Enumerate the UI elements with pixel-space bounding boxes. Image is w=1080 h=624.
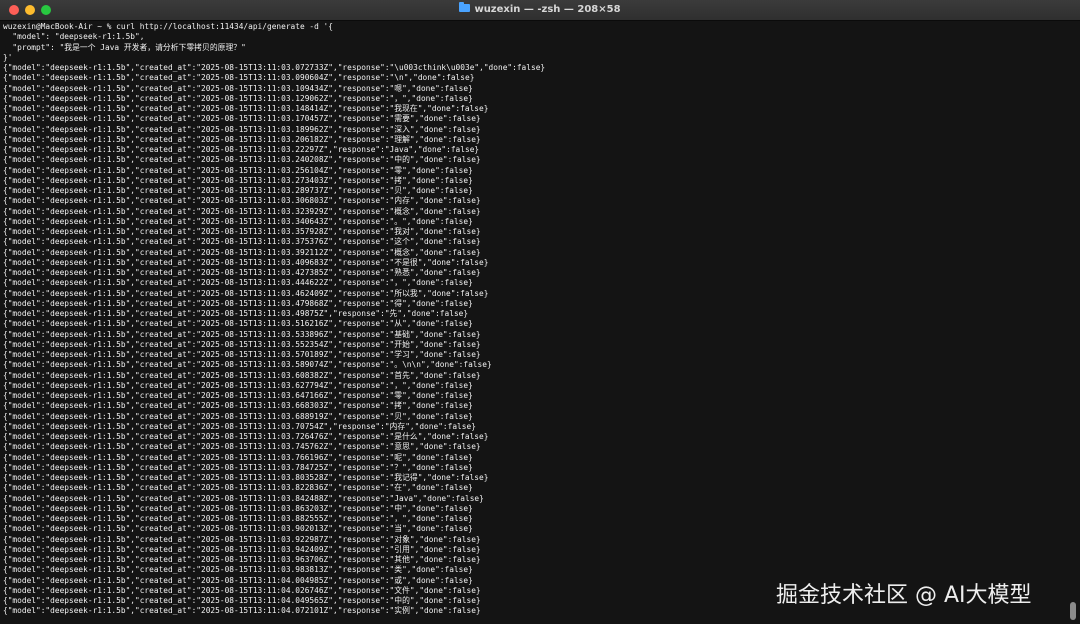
output-line: {"model":"deepseek-r1:1.5b","created_at"… bbox=[3, 380, 473, 390]
output-line: {"model":"deepseek-r1:1.5b","created_at"… bbox=[3, 370, 481, 380]
output-line: {"model":"deepseek-r1:1.5b","created_at"… bbox=[3, 452, 473, 462]
window-title: wuzexin — -zsh — 208×58 bbox=[474, 4, 621, 15]
output-line: {"model":"deepseek-r1:1.5b","created_at"… bbox=[3, 175, 473, 185]
output-line: {"model":"deepseek-r1:1.5b","created_at"… bbox=[3, 206, 481, 216]
output-line: {"model":"deepseek-r1:1.5b","created_at"… bbox=[3, 432, 489, 441]
output-line: {"model":"deepseek-r1:1.5b","created_at"… bbox=[3, 411, 473, 421]
output-line: "model": "deepseek-r1:1.5b", bbox=[3, 32, 145, 42]
output-line: {"model":"deepseek-r1:1.5b","created_at"… bbox=[3, 401, 473, 411]
output-line: {"model":"deepseek-r1:1.5b","created_at"… bbox=[3, 257, 489, 267]
output-line: {"model":"deepseek-r1:1.5b","created_at"… bbox=[3, 442, 481, 452]
scrollbar-thumb[interactable] bbox=[1070, 602, 1076, 620]
command-line: wuzexin@MacBook-Air ~ % curl http://loca… bbox=[3, 22, 333, 31]
output-line: {"model":"deepseek-r1:1.5b","created_at"… bbox=[3, 493, 484, 503]
output-line: {"model":"deepseek-r1:1.5b","created_at"… bbox=[3, 196, 481, 206]
output-line: {"model":"deepseek-r1:1.5b","created_at"… bbox=[3, 145, 480, 154]
output-line: }' bbox=[3, 52, 13, 62]
output-line: {"model":"deepseek-r1:1.5b","created_at"… bbox=[3, 268, 481, 277]
folder-icon bbox=[459, 2, 471, 12]
output-line: {"model":"deepseek-r1:1.5b","created_at"… bbox=[3, 524, 473, 534]
output-line: {"model":"deepseek-r1:1.5b","created_at"… bbox=[3, 514, 473, 523]
output-line: {"model":"deepseek-r1:1.5b","created_at"… bbox=[3, 462, 473, 472]
output-line: {"model":"deepseek-r1:1.5b","created_at"… bbox=[3, 83, 473, 93]
output-line: {"model":"deepseek-r1:1.5b","created_at"… bbox=[3, 216, 473, 226]
output-line: {"model":"deepseek-r1:1.5b","created_at"… bbox=[3, 298, 473, 308]
output-line: {"model":"deepseek-r1:1.5b","created_at"… bbox=[3, 534, 481, 544]
output-line: {"model":"deepseek-r1:1.5b","created_at"… bbox=[3, 63, 546, 72]
output-line: {"model":"deepseek-r1:1.5b","created_at"… bbox=[3, 124, 481, 134]
output-line: {"model":"deepseek-r1:1.5b","created_at"… bbox=[3, 278, 473, 288]
output-line: {"model":"deepseek-r1:1.5b","created_at"… bbox=[3, 114, 481, 124]
output-line: {"model":"deepseek-r1:1.5b","created_at"… bbox=[3, 421, 476, 431]
output-line: {"model":"deepseek-r1:1.5b","created_at"… bbox=[3, 155, 481, 165]
output-line: {"model":"deepseek-r1:1.5b","created_at"… bbox=[3, 288, 489, 298]
output-line: {"model":"deepseek-r1:1.5b","created_at"… bbox=[3, 483, 473, 493]
output-line: {"model":"deepseek-r1:1.5b","created_at"… bbox=[3, 104, 489, 113]
output-line: {"model":"deepseek-r1:1.5b","created_at"… bbox=[3, 93, 473, 103]
output-line: {"model":"deepseek-r1:1.5b","created_at"… bbox=[3, 565, 473, 575]
output-line: {"model":"deepseek-r1:1.5b","created_at"… bbox=[3, 134, 481, 144]
terminal-window: wuzexin — -zsh — 208×58 wuzexin@MacBook-… bbox=[0, 0, 1080, 624]
window-title-container: wuzexin — -zsh — 208×58 bbox=[0, 2, 1080, 17]
output-line: {"model":"deepseek-r1:1.5b","created_at"… bbox=[3, 350, 481, 359]
watermark: 掘金技术社区 @ AI大模型 bbox=[776, 583, 1032, 608]
output-line: "prompt": "我是一个 Java 开发者，请分析下零拷贝的原理？" bbox=[3, 42, 246, 52]
output-line: {"model":"deepseek-r1:1.5b","created_at"… bbox=[3, 165, 473, 175]
output-line: {"model":"deepseek-r1:1.5b","created_at"… bbox=[3, 237, 481, 247]
output-line: {"model":"deepseek-r1:1.5b","created_at"… bbox=[3, 186, 473, 195]
output-line: {"model":"deepseek-r1:1.5b","created_at"… bbox=[3, 309, 469, 318]
output-line: {"model":"deepseek-r1:1.5b","created_at"… bbox=[3, 329, 481, 339]
output-line: {"model":"deepseek-r1:1.5b","created_at"… bbox=[3, 473, 489, 482]
output-line: {"model":"deepseek-r1:1.5b","created_at"… bbox=[3, 227, 481, 236]
title-bar[interactable]: wuzexin — -zsh — 208×58 bbox=[0, 0, 1080, 21]
output-line: {"model":"deepseek-r1:1.5b","created_at"… bbox=[3, 391, 473, 400]
output-line: {"model":"deepseek-r1:1.5b","created_at"… bbox=[3, 544, 481, 554]
output-line: {"model":"deepseek-r1:1.5b","created_at"… bbox=[3, 555, 481, 564]
output-line: {"model":"deepseek-r1:1.5b","created_at"… bbox=[3, 73, 475, 83]
output-line: {"model":"deepseek-r1:1.5b","created_at"… bbox=[3, 503, 473, 513]
output-line: {"model":"deepseek-r1:1.5b","created_at"… bbox=[3, 319, 473, 329]
output-line: {"model":"deepseek-r1:1.5b","created_at"… bbox=[3, 339, 481, 349]
output-line: {"model":"deepseek-r1:1.5b","created_at"… bbox=[3, 247, 481, 257]
terminal-output[interactable]: wuzexin@MacBook-Air ~ % curl http://loca… bbox=[3, 22, 1063, 622]
output-line: {"model":"deepseek-r1:1.5b","created_at"… bbox=[3, 360, 492, 370]
